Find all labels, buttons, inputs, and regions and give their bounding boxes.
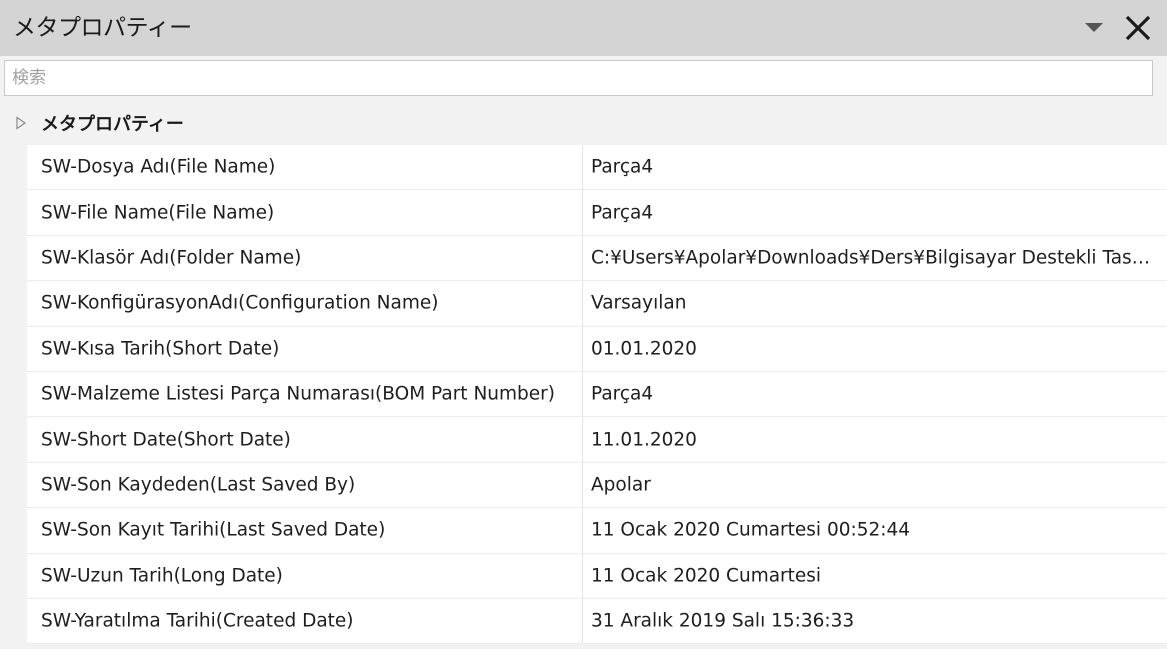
property-name-cell: SW-Klasör Adı(Folder Name) [27, 235, 583, 281]
panel-menu-button[interactable] [1080, 14, 1108, 42]
property-name-cell: SW-Son Kayıt Tarihi(Last Saved Date) [27, 508, 583, 553]
close-icon [1125, 15, 1151, 41]
property-name-cell: SW-Uzun Tarih(Long Date) [27, 553, 583, 598]
property-value-cell[interactable]: C:¥Users¥Apolar¥Downloads¥Ders¥Bilgisaya… [583, 236, 1167, 280]
property-value: 11 Ocak 2020 Cumartesi 00:52:44 [591, 519, 911, 541]
property-name-cell: SW-Malzeme Listesi Parça Numarası(BOM Pa… [27, 371, 583, 417]
meta-properties-panel: メタプロパティー メタプロパティー SW-Dosya Adı(File Name… [0, 0, 1167, 649]
property-value: Varsayılan [591, 292, 687, 314]
property-name-cell: SW-Dosya Adı(File Name) [27, 145, 583, 190]
property-name: SW-Uzun Tarih(Long Date) [41, 565, 283, 587]
property-name: SW-File Name(File Name) [41, 202, 275, 224]
property-value: Parça4 [591, 156, 654, 178]
triangle-right-icon [16, 116, 27, 130]
property-name: SW-Malzeme Listesi Parça Numarası(BOM Pa… [41, 383, 555, 405]
property-row[interactable]: SW-Uzun Tarih(Long Date) 11 Ocak 2020 Cu… [27, 553, 1167, 599]
property-row[interactable]: SW-File Name(File Name) Parça4 [27, 190, 1167, 236]
property-value: 31 Aralık 2019 Salı 15:36:33 [591, 610, 855, 632]
property-value: Parça4 [591, 383, 654, 405]
triangle-down-icon [1085, 23, 1103, 32]
property-name-cell: SW-Son Kaydeden(Last Saved By) [27, 462, 583, 508]
group-header-meta-properties[interactable]: メタプロパティー [0, 108, 1167, 144]
close-button[interactable] [1122, 12, 1154, 44]
property-value: Apolar [591, 474, 651, 496]
property-value-cell[interactable]: 31 Aralık 2019 Salı 15:36:33 [583, 599, 1167, 643]
property-grid: SW-Dosya Adı(File Name) Parça4 SW-File N… [27, 145, 1167, 645]
property-name: SW-Dosya Adı(File Name) [41, 156, 276, 178]
property-value-cell[interactable]: Parça4 [583, 145, 1167, 189]
property-value: 01.01.2020 [591, 338, 697, 360]
property-name: SW-Klasör Adı(Folder Name) [41, 247, 302, 269]
panel-title: メタプロパティー [13, 15, 192, 41]
property-value-cell[interactable]: Varsayılan [583, 281, 1167, 325]
property-value-cell[interactable]: Parça4 [583, 190, 1167, 234]
property-value-cell[interactable]: 11 Ocak 2020 Cumartesi [583, 554, 1167, 598]
property-name-cell: SW-Kısa Tarih(Short Date) [27, 326, 583, 371]
property-row[interactable]: SW-Son Kaydeden(Last Saved By) Apolar [27, 462, 1167, 509]
property-row[interactable]: SW-Yaratılma Tarihi(Created Date) 31 Ara… [27, 598, 1167, 645]
property-value: C:¥Users¥Apolar¥Downloads¥Ders¥Bilgisaya… [591, 247, 1159, 269]
property-name: SW-Yaratılma Tarihi(Created Date) [41, 610, 354, 632]
property-row[interactable]: SW-Kısa Tarih(Short Date) 01.01.2020 [27, 326, 1167, 372]
property-row[interactable]: SW-Dosya Adı(File Name) Parça4 [27, 145, 1167, 191]
property-name-cell: SW-File Name(File Name) [27, 190, 583, 235]
property-name: SW-Son Kaydeden(Last Saved By) [41, 474, 356, 496]
property-value-cell[interactable]: Apolar [583, 463, 1167, 507]
property-name-cell: SW-KonfigürasyonAdı(Configuration Name) [27, 281, 583, 326]
property-row[interactable]: SW-Son Kayıt Tarihi(Last Saved Date) 11 … [27, 508, 1167, 554]
property-row[interactable]: SW-Klasör Adı(Folder Name) C:¥Users¥Apol… [27, 235, 1167, 282]
property-name: SW-KonfigürasyonAdı(Configuration Name) [41, 292, 439, 314]
property-value-cell[interactable]: 01.01.2020 [583, 327, 1167, 371]
property-name: SW-Son Kayıt Tarihi(Last Saved Date) [41, 519, 386, 541]
property-row[interactable]: SW-Short Date(Short Date) 11.01.2020 [27, 417, 1167, 463]
property-value-cell[interactable]: 11.01.2020 [583, 417, 1167, 461]
expander-button[interactable] [15, 115, 27, 130]
property-row[interactable]: SW-Malzeme Listesi Parça Numarası(BOM Pa… [27, 371, 1167, 418]
group-label: メタプロパティー [41, 114, 184, 135]
property-name-cell: SW-Yaratılma Tarihi(Created Date) [27, 598, 583, 644]
property-value-cell[interactable]: Parça4 [583, 372, 1167, 416]
property-value: Parça4 [591, 202, 654, 224]
property-name-cell: SW-Short Date(Short Date) [27, 417, 583, 462]
property-value: 11.01.2020 [591, 429, 697, 451]
search-input[interactable] [4, 60, 1153, 96]
property-value: 11 Ocak 2020 Cumartesi [591, 565, 822, 587]
property-value-cell[interactable]: 11 Ocak 2020 Cumartesi 00:52:44 [583, 508, 1167, 552]
property-row[interactable]: SW-KonfigürasyonAdı(Configuration Name) … [27, 281, 1167, 327]
property-name: SW-Kısa Tarih(Short Date) [41, 338, 280, 360]
panel-titlebar: メタプロパティー [0, 0, 1167, 56]
property-name: SW-Short Date(Short Date) [41, 429, 291, 451]
